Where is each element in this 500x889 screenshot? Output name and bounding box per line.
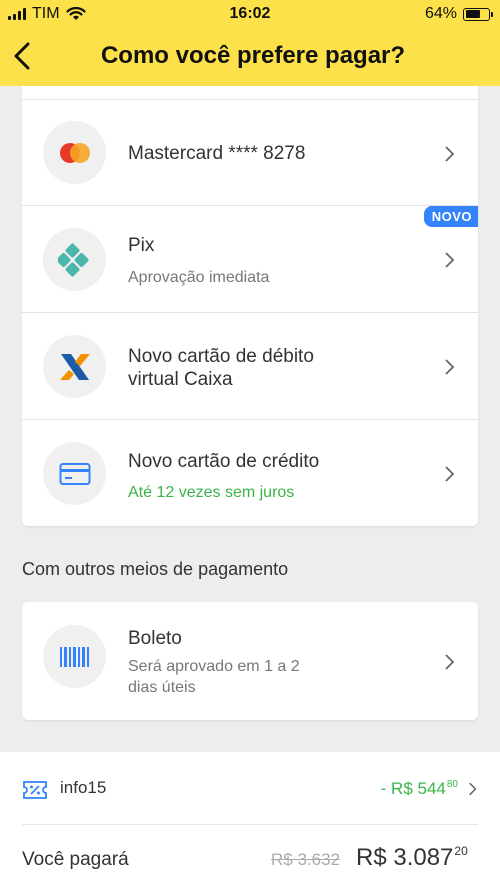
pay-label: Você pagará [22,849,129,870]
option-title: Pix [128,235,155,256]
chevron-right-icon [445,146,455,162]
coupon-code: info15 [60,778,107,797]
payment-option-boleto[interactable]: Boleto Será aprovado em 1 a 2 dias úteis [22,602,478,720]
payment-option-pix[interactable]: NOVO Pix Aprovação imediata [22,206,478,313]
page-title: Como você prefere pagar? [100,42,406,69]
chevron-right-icon [445,252,455,268]
coupon-ticket-icon [23,781,47,799]
divider [22,824,478,825]
payment-option-mastercard[interactable]: Mastercard **** 8278 [22,100,478,206]
pix-icon [43,228,106,291]
credit-card-icon [43,442,106,505]
order-summary: info15 - R$ 54480 Você pagará R$ 3.632 R… [0,752,500,889]
option-title: Mastercard **** 8278 [128,143,306,164]
nav-bar: Como você prefere pagar? [0,30,500,86]
new-badge: NOVO [423,206,478,227]
original-price: R$ 3.632 [271,850,340,869]
payment-option-caixa-debit[interactable]: Novo cartão de débito virtual Caixa [22,313,478,420]
status-bar: TIM 16:02 64% [0,0,500,30]
payment-option-new-credit-card[interactable]: Novo cartão de crédito Até 12 vezes sem … [22,420,478,526]
option-title-line2: virtual Caixa [128,369,233,390]
section-title: Com outros meios de pagamento [22,559,289,579]
battery-percent: 64% [424,5,457,22]
discount-amount: - R$ 54480 [380,779,458,798]
option-subtitle-line1: Será aprovado em 1 a 2 [128,658,300,675]
mastercard-icon [43,121,106,184]
chevron-right-icon [445,654,455,670]
other-payment-methods-card: Boleto Será aprovado em 1 a 2 dias úteis [22,602,478,720]
option-subtitle-line2: dias úteis [128,679,196,696]
option-title: Novo cartão de crédito [128,451,320,472]
coupon-row[interactable]: info15 - R$ 54480 [22,775,478,805]
saved-payment-methods-card: Mastercard **** 8278 NOVO Pix Aprovação … [22,86,478,526]
final-price: R$ 3.08720 [356,844,468,871]
option-title: Boleto [128,628,182,649]
option-title-line1: Novo cartão de débito [128,346,314,367]
battery-icon [463,7,493,21]
chevron-right-icon [445,466,455,482]
option-subtitle: Aprovação imediata [128,269,270,286]
chevron-right-icon [445,359,455,375]
caixa-icon [43,335,106,398]
header-bar: TIM 16:02 64% Como você prefere pagar? [0,0,500,86]
chevron-right-icon [469,782,477,796]
barcode-icon [43,625,106,688]
option-subtitle: Até 12 vezes sem juros [128,484,295,501]
